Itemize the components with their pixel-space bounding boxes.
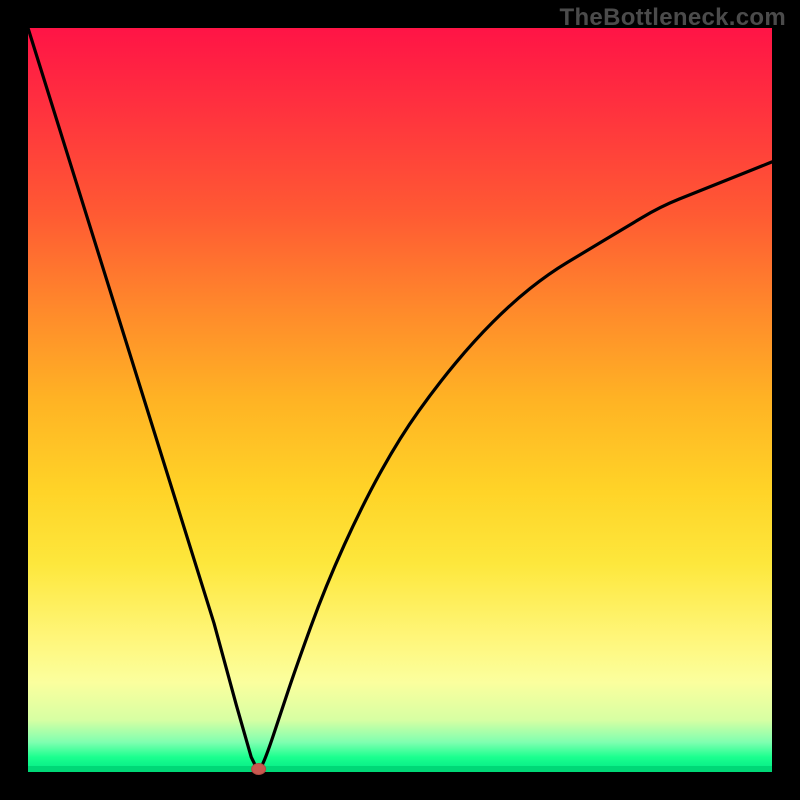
bottleneck-curve-svg: [28, 28, 772, 772]
minimum-marker: [252, 764, 266, 775]
bottleneck-curve-path: [28, 28, 772, 772]
plot-area: [28, 28, 772, 772]
chart-frame: TheBottleneck.com: [0, 0, 800, 800]
